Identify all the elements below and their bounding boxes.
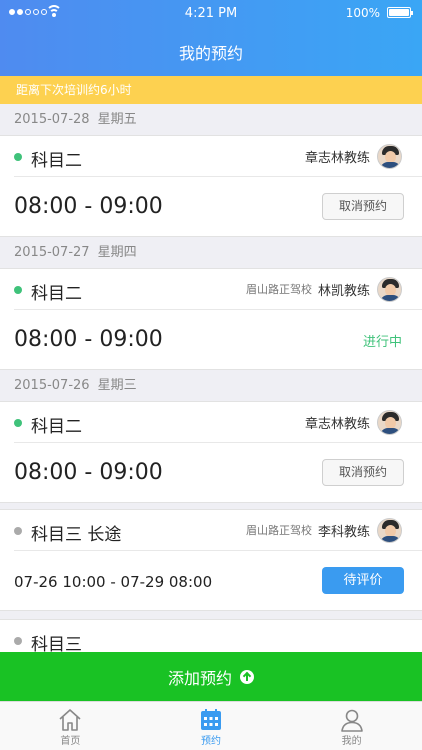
arrow-up-circle-icon	[240, 669, 254, 684]
school-name: 眉山路正驾校	[245, 524, 312, 537]
date-row: 2015-07-26 星期三	[0, 370, 422, 401]
page-title: 我的预约	[178, 44, 243, 63]
weekday-label: 星期四	[97, 245, 137, 260]
tab-home[interactable]: 首页	[0, 702, 141, 750]
coach-name: 章志林教练	[304, 416, 370, 432]
cancel-appointment-button[interactable]: 取消预约	[322, 193, 404, 220]
appointment-card[interactable]: 科目二 章志林教练 08:00 - 09:00 取消预约	[0, 135, 422, 237]
time-range: 08:00 - 09:00	[14, 327, 163, 352]
review-button[interactable]: 待评价	[322, 567, 404, 594]
tab-bar: 首页 预约 我的	[0, 701, 422, 750]
battery-percent: 100%	[345, 6, 380, 20]
date-row: 2015-07-28 星期五	[0, 104, 422, 135]
status-dot	[14, 286, 22, 294]
weekday-label: 星期五	[97, 112, 137, 127]
coach-avatar[interactable]	[377, 143, 402, 169]
calendar-icon	[201, 709, 221, 730]
status-dot	[14, 637, 22, 645]
appointment-card[interactable]: 科目二 章志林教练 08:00 - 09:00 取消预约	[0, 401, 422, 503]
tab-profile[interactable]: 我的	[281, 702, 422, 750]
subject-label: 科目二	[31, 417, 82, 437]
coach-name: 章志林教练	[304, 150, 370, 166]
appointment-list: 2015-07-28 星期五 科目二 章志林教练 08:00 - 09:00 取消…	[0, 104, 422, 662]
coach-avatar[interactable]	[377, 517, 402, 543]
status-bar: 4:21 PM 100%	[0, 0, 422, 26]
tab-label: 预约	[201, 736, 221, 747]
user-icon	[340, 709, 363, 732]
time-range: 08:00 - 09:00	[14, 460, 163, 485]
weekday-label: 星期三	[97, 378, 137, 393]
time-range: 08:00 - 09:00	[14, 194, 163, 219]
status-dot	[14, 153, 22, 161]
add-appointment-button[interactable]: 添加预约	[0, 652, 422, 701]
status-dot	[14, 527, 22, 535]
date-row: 2015-07-27 星期四	[0, 237, 422, 268]
tab-label: 首页	[60, 736, 81, 747]
subject-label: 科目二	[31, 151, 82, 171]
home-icon	[59, 709, 81, 731]
date-label: 2015-07-26	[14, 378, 90, 393]
cancel-appointment-button[interactable]: 取消预约	[322, 459, 404, 486]
coach-avatar[interactable]	[377, 276, 402, 302]
tab-label: 我的	[341, 736, 362, 747]
in-progress-status: 进行中	[362, 335, 402, 350]
tab-appointments[interactable]: 预约	[141, 702, 282, 750]
status-dot	[14, 419, 22, 427]
subject-label: 科目三 长途	[31, 525, 122, 545]
school-name: 眉山路正驾校	[245, 283, 312, 296]
battery-icon	[387, 7, 413, 18]
time-range: 07-26 10:00 - 07-29 08:00	[14, 573, 213, 591]
date-label: 2015-07-27	[14, 245, 90, 260]
subject-label: 科目二	[31, 284, 82, 304]
header: 4:21 PM 100% 我的预约	[0, 0, 422, 76]
next-training-banner: 距离下次培训约6小时	[0, 76, 422, 104]
coach-name: 林凯教练	[317, 283, 370, 299]
appointment-card[interactable]: 科目三 长途 眉山路正驾校 李科教练 07-26 10:00 - 07-29 0…	[0, 509, 422, 611]
coach-name: 李科教练	[317, 524, 370, 540]
date-label: 2015-07-28	[14, 112, 90, 127]
coach-avatar[interactable]	[377, 409, 402, 435]
add-appointment-label: 添加预约	[167, 668, 232, 688]
appointment-card[interactable]: 科目二 眉山路正驾校 林凯教练 08:00 - 09:00 进行中	[0, 268, 422, 370]
